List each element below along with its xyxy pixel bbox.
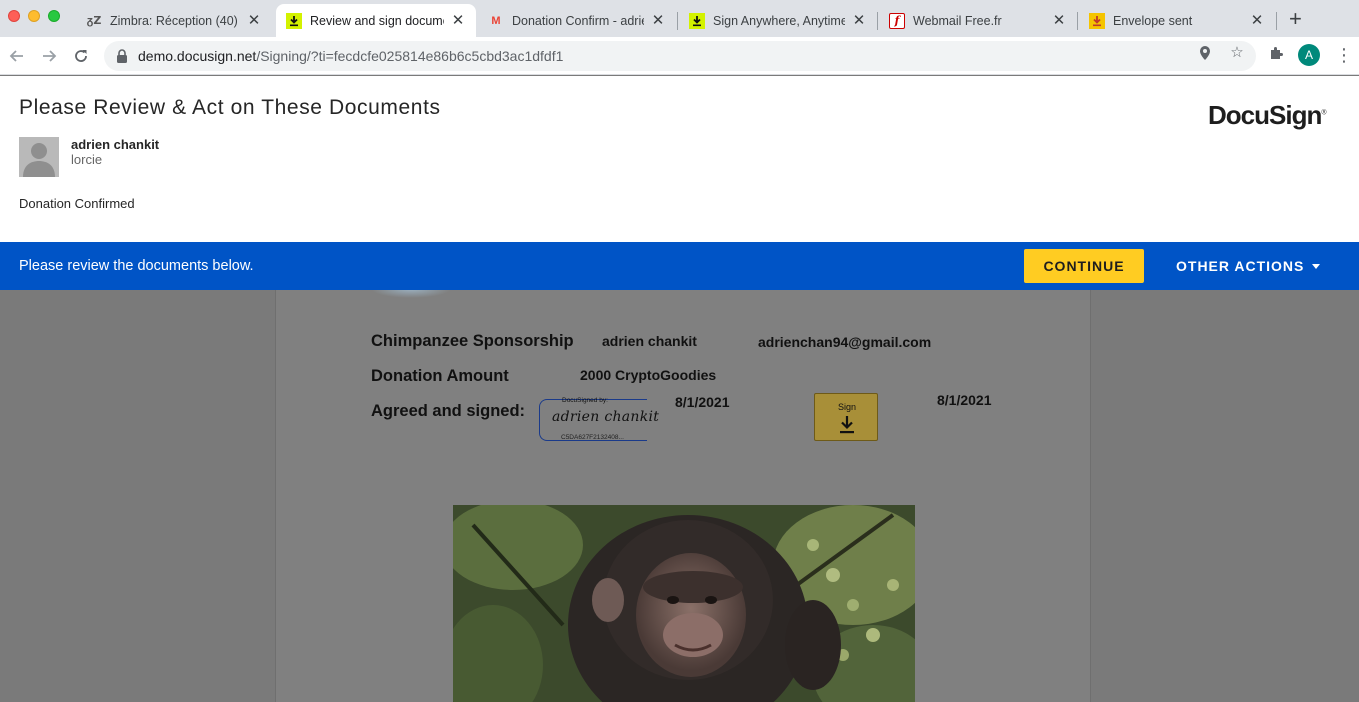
tab-zimbra[interactable]: ᵹZ Zimbra: Réception (40) ✕ xyxy=(76,4,272,37)
reload-icon[interactable] xyxy=(70,45,92,67)
tab-title: Envelope sent xyxy=(1113,13,1193,28)
tab-separator xyxy=(677,12,678,30)
docusign-download-icon xyxy=(286,12,302,29)
sender-organization: lorcie xyxy=(71,152,103,167)
tab-title: Review and sign document(s) xyxy=(310,13,444,28)
gmail-icon: M xyxy=(491,14,501,27)
donation-amount-value: 2000 CryptoGoodies xyxy=(580,367,717,383)
tab-title: Donation Confirm - adrien xyxy=(512,13,644,28)
sender-name: adrien chankit xyxy=(71,137,160,152)
tab-title: Webmail Free.fr xyxy=(913,13,1002,28)
envelope-subject: Donation Confirmed xyxy=(19,196,135,211)
url-text: demo.docusign.net/Signing/?ti=fecdcfe025… xyxy=(138,48,564,64)
tab-review-and-sign[interactable]: Review and sign document(s) ✕ xyxy=(276,4,476,37)
free-icon: f xyxy=(889,12,905,29)
other-actions-button[interactable]: OTHER ACTIONS xyxy=(1164,249,1332,283)
sponsorship-label: Chimpanzee Sponsorship xyxy=(371,332,574,350)
sign-tag-label: Sign xyxy=(837,402,856,412)
tab-close-icon[interactable]: ✕ xyxy=(1051,12,1067,29)
sign-here-tag[interactable]: Sign xyxy=(814,393,878,441)
tab-close-icon[interactable]: ✕ xyxy=(1249,12,1265,29)
page-title: Please Review & Act on These Documents xyxy=(19,96,441,119)
window-zoom-button[interactable] xyxy=(48,10,60,22)
signed-date: 8/1/2021 xyxy=(675,394,730,410)
tab-close-icon[interactable]: ✕ xyxy=(450,12,466,29)
tab-webmail-free[interactable]: f Webmail Free.fr ✕ xyxy=(879,4,1077,37)
address-bar[interactable]: demo.docusign.net/Signing/?ti=fecdcfe025… xyxy=(104,41,1256,71)
download-arrow-icon xyxy=(839,415,855,435)
signing-header: Please Review & Act on These Documents D… xyxy=(0,76,1359,242)
date-signed-field: 8/1/2021 xyxy=(937,392,992,408)
tab-separator xyxy=(877,12,878,30)
sponsor-name: adrien chankit xyxy=(602,333,697,349)
other-actions-label: OTHER ACTIONS xyxy=(1176,258,1305,274)
signature-hash: C5DA627F2132408... xyxy=(561,434,624,441)
action-bar: Please review the documents below. CONTI… xyxy=(0,242,1359,290)
browser-tab-strip: ᵹZ Zimbra: Réception (40) ✕ Review and s… xyxy=(0,0,1359,37)
tab-close-icon[interactable]: ✕ xyxy=(851,12,867,29)
docusign-download-icon xyxy=(689,12,705,29)
tab-sign-anywhere[interactable]: Sign Anywhere, Anytime ✕ xyxy=(679,4,877,37)
new-tab-plus-icon[interactable]: + xyxy=(1289,8,1302,30)
tab-title: Zimbra: Réception (40) xyxy=(110,13,238,28)
tab-close-icon[interactable]: ✕ xyxy=(650,12,666,29)
document-page: Chimpanzee Sponsorship adrien chankit ad… xyxy=(275,290,1091,702)
location-pin-icon[interactable] xyxy=(1197,45,1213,61)
tab-close-icon[interactable]: ✕ xyxy=(246,12,262,29)
extensions-puzzle-icon[interactable] xyxy=(1268,45,1284,61)
forward-arrow-icon[interactable] xyxy=(38,45,60,67)
tab-envelope-sent[interactable]: Envelope sent ✕ xyxy=(1079,4,1275,37)
tab-title: Sign Anywhere, Anytime xyxy=(713,13,845,28)
browser-menu-icon[interactable]: ⋮ xyxy=(1335,45,1353,65)
signature-handwriting: adrien chankit xyxy=(552,409,660,425)
envelope-download-icon xyxy=(1089,12,1105,29)
chimpanzee-photo xyxy=(453,505,915,702)
back-arrow-icon[interactable] xyxy=(6,45,28,67)
tab-donation-confirm[interactable]: M Donation Confirm - adrien ✕ xyxy=(478,4,676,37)
window-minimize-button[interactable] xyxy=(28,10,40,22)
continue-button[interactable]: CONTINUE xyxy=(1024,249,1144,283)
docusign-logo: DocuSign® xyxy=(1208,100,1327,130)
signature-header: DocuSigned by: xyxy=(562,397,608,404)
page-graphic-fragment xyxy=(371,290,451,298)
browser-toolbar: demo.docusign.net/Signing/?ti=fecdcfe025… xyxy=(0,37,1359,75)
donation-amount-label: Donation Amount xyxy=(371,367,509,385)
action-message: Please review the documents below. xyxy=(19,258,254,274)
sponsor-email: adrienchan94@gmail.com xyxy=(758,334,932,350)
bookmark-star-icon[interactable]: ☆ xyxy=(1229,45,1245,61)
agreed-signed-label: Agreed and signed: xyxy=(371,402,526,420)
profile-avatar[interactable]: A xyxy=(1298,44,1320,66)
tab-separator xyxy=(1276,12,1277,30)
caret-down-icon xyxy=(1312,263,1321,269)
zimbra-icon: ᵹZ xyxy=(86,14,102,27)
sender-avatar xyxy=(19,137,59,177)
tab-separator xyxy=(1077,12,1078,30)
window-close-button[interactable] xyxy=(8,10,20,22)
lock-icon[interactable] xyxy=(116,49,130,63)
